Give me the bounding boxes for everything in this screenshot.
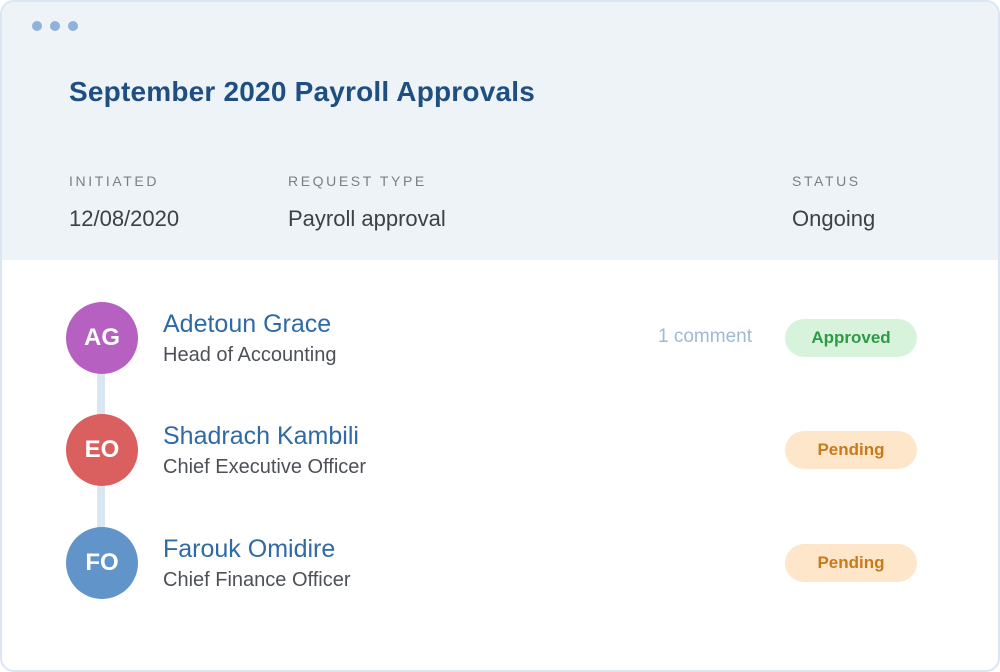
approver-role: Head of Accounting — [163, 344, 337, 366]
window-dot-icon — [68, 21, 78, 31]
status-badge: Approved — [785, 319, 917, 357]
approver-name[interactable]: Shadrach Kambili — [163, 422, 359, 451]
avatar: EO — [66, 414, 138, 486]
avatar: FO — [66, 527, 138, 599]
approver-row: AG Adetoun Grace Head of Accounting 1 co… — [2, 302, 998, 382]
status-badge: Pending — [785, 544, 917, 582]
page-title: September 2020 Payroll Approvals — [69, 76, 536, 107]
window-dot-icon — [32, 21, 42, 31]
approval-window: September 2020 Payroll Approvals INITIAT… — [0, 0, 1000, 672]
approver-role: Chief Executive Officer — [163, 456, 367, 478]
approver-row: FO Farouk Omidire Chief Finance Officer … — [2, 527, 998, 607]
window-dot-icon — [50, 21, 60, 31]
approver-name[interactable]: Adetoun Grace — [163, 310, 331, 339]
initiated-value: 12/08/2020 — [69, 206, 180, 231]
avatar-initials: AG — [84, 324, 120, 351]
initiated-label: INITIATED — [69, 173, 160, 189]
request-type-value: Payroll approval — [288, 206, 446, 231]
status-value: Ongoing — [792, 206, 876, 231]
avatar-initials: EO — [84, 436, 120, 463]
approver-role: Chief Finance Officer — [163, 569, 351, 591]
request-type-label: REQUEST TYPE — [288, 173, 427, 189]
status-badge: Pending — [785, 431, 917, 469]
window-controls — [32, 21, 78, 31]
approver-row: EO Shadrach Kambili Chief Executive Offi… — [2, 414, 998, 494]
comment-link[interactable]: 1 comment — [658, 326, 752, 348]
avatar-initials: FO — [85, 549, 119, 576]
avatar: AG — [66, 302, 138, 374]
status-label: STATUS — [792, 173, 861, 189]
request-header: September 2020 Payroll Approvals INITIAT… — [2, 2, 998, 260]
approver-name[interactable]: Farouk Omidire — [163, 535, 335, 564]
